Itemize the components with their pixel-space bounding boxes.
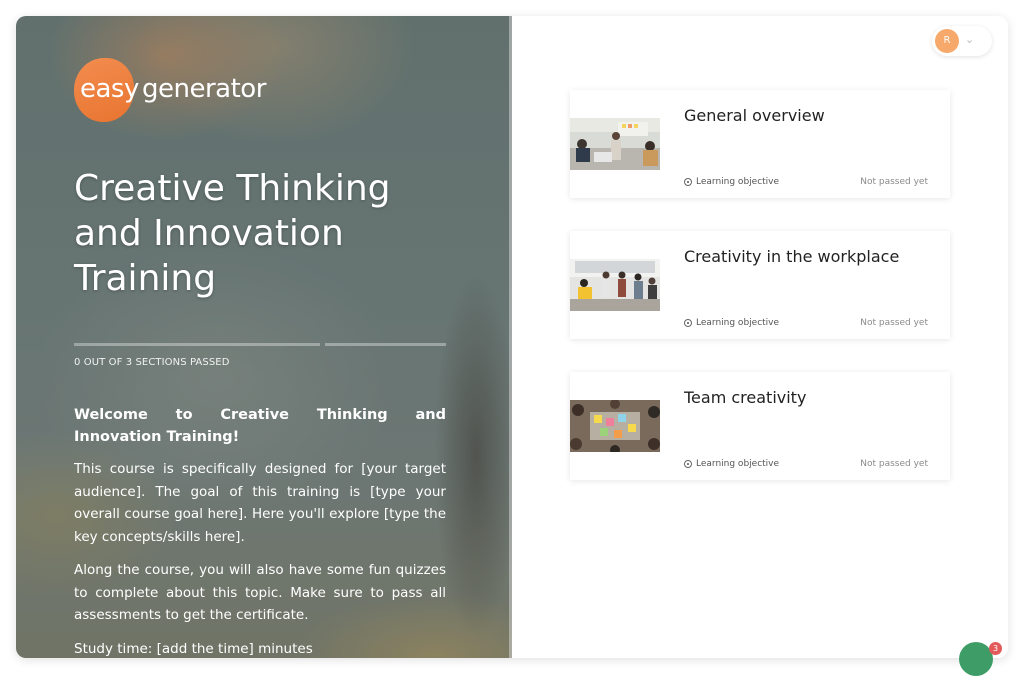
target-icon [684, 178, 692, 186]
course-introduction: Welcome to Creative Thinking and Innovat… [74, 404, 446, 658]
section-card-creativity-in-the-workplace[interactable]: Creativity in the workplace Learning obj… [570, 231, 950, 339]
section-thumbnail-image [570, 400, 660, 452]
learning-objective: Learning objective [684, 177, 779, 187]
target-icon [684, 319, 692, 327]
section-title: General overview [684, 106, 825, 125]
section-card-general-overview[interactable]: General overview Learning objective Not … [570, 90, 950, 198]
learning-objective: Learning objective [684, 459, 779, 469]
intro-paragraph-1: This course is specifically designed for… [74, 461, 446, 545]
avatar: R [935, 29, 959, 53]
section-status: Not passed yet [860, 459, 928, 469]
section-card-team-creativity[interactable]: Team creativity Learning objective Not p… [570, 372, 950, 480]
course-intro-panel: easy generator Creative Thinking and Inn… [16, 16, 512, 658]
learning-objective-label: Learning objective [696, 318, 780, 328]
sections-progress-bar [74, 343, 446, 346]
chat-icon[interactable] [959, 642, 993, 676]
progress-segment [325, 343, 446, 346]
welcome-heading: Welcome to Creative Thinking and Innovat… [74, 407, 446, 445]
progress-label: 0 OUT OF 3 SECTIONS PASSED [74, 357, 230, 368]
learning-objective-label: Learning objective [696, 459, 780, 469]
study-time: Study time: [add the time] minutes [74, 640, 313, 657]
target-icon [684, 460, 692, 468]
chat-notification-badge: 3 [989, 642, 1002, 655]
chevron-down-icon: ⌄ [965, 33, 975, 46]
section-thumbnail-image [570, 118, 660, 170]
section-title: Team creativity [684, 388, 807, 407]
user-menu-button[interactable]: R ⌄ [932, 26, 992, 56]
learning-objective: Learning objective [684, 318, 779, 328]
course-title: Creative Thinking and Innovation Trainin… [74, 168, 391, 299]
logo-text-easy: easy [80, 74, 139, 104]
section-status: Not passed yet [860, 177, 928, 187]
easygenerator-logo: easy generator [74, 58, 274, 124]
intro-paragraph-2: Along the course, you will also have som… [74, 562, 446, 623]
logo-text-generator: generator [142, 74, 266, 104]
section-title: Creativity in the workplace [684, 247, 900, 266]
progress-segment [74, 343, 320, 346]
section-status: Not passed yet [860, 318, 928, 328]
learning-objective-label: Learning objective [696, 177, 780, 187]
section-thumbnail-image [570, 259, 660, 311]
